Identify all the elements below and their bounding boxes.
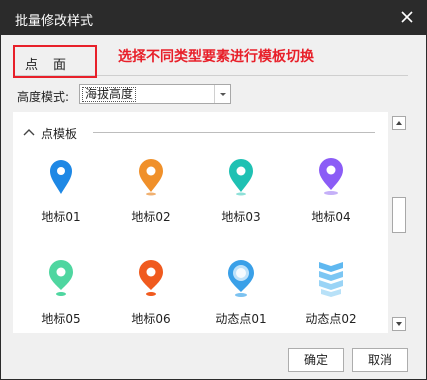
close-icon[interactable]	[398, 8, 416, 26]
orange-map-pin-icon	[139, 159, 163, 196]
group-divider	[93, 132, 375, 133]
template-item[interactable]: 地标05	[29, 258, 93, 333]
ok-button[interactable]: 确定	[288, 348, 344, 372]
arrow-down-icon	[396, 322, 402, 326]
template-label: 地标06	[131, 312, 171, 326]
teal-map-pin-icon	[229, 159, 253, 196]
scroll-down-button[interactable]	[392, 317, 406, 331]
template-item[interactable]: 动态点02	[299, 258, 363, 333]
cancel-button[interactable]: 取消	[352, 348, 408, 372]
dropdown-button[interactable]	[214, 85, 230, 103]
window-title: 批量修改样式	[15, 14, 94, 29]
template-label: 动态点01	[215, 312, 267, 326]
title-bar: 批量修改样式	[1, 1, 426, 35]
group-label: 点模板	[41, 127, 78, 141]
template-item[interactable]: 地标01	[29, 156, 93, 256]
green-map-pin-icon	[49, 260, 73, 296]
template-label: 动态点02	[305, 312, 357, 326]
chevron-down-icon	[220, 93, 226, 96]
template-panel: 点模板 地标01 地标02 地标03 地标04 地标05 地标06 动态点01 …	[13, 112, 388, 333]
template-item[interactable]: 动态点01	[209, 258, 273, 333]
template-label: 地标04	[311, 210, 351, 224]
vertical-scrollbar[interactable]	[390, 112, 408, 333]
template-label: 地标01	[41, 210, 81, 224]
height-mode-label: 高度模式:	[17, 90, 70, 104]
purple-map-pin-icon	[319, 158, 343, 195]
blue-map-pin-icon	[50, 160, 72, 194]
template-label: 地标03	[221, 210, 261, 224]
scroll-up-button[interactable]	[392, 116, 406, 130]
template-item[interactable]: 地标03	[209, 156, 273, 256]
arrow-up-icon	[396, 121, 402, 125]
blue-bubble-pin-icon	[228, 260, 254, 297]
chevron-up-icon	[23, 129, 35, 136]
red-orange-map-pin-icon	[139, 260, 163, 296]
annotation-text: 选择不同类型要素进行模板切换	[118, 49, 314, 65]
template-item[interactable]: 地标06	[119, 258, 183, 333]
height-mode-value: 海拔高度	[82, 87, 137, 102]
tab-highlight-box	[13, 45, 97, 78]
template-label: 地标05	[41, 312, 81, 326]
height-mode-select[interactable]: 海拔高度	[79, 84, 231, 104]
batch-style-dialog: 批量修改样式 点 面 选择不同类型要素进行模板切换 高度模式: 海拔高度 点模板	[0, 0, 427, 380]
template-item[interactable]: 地标02	[119, 156, 183, 256]
scrollbar-thumb[interactable]	[392, 197, 406, 233]
blue-stack-layers-icon	[319, 262, 343, 297]
template-label: 地标02	[131, 210, 171, 224]
template-item[interactable]: 地标04	[299, 156, 363, 256]
